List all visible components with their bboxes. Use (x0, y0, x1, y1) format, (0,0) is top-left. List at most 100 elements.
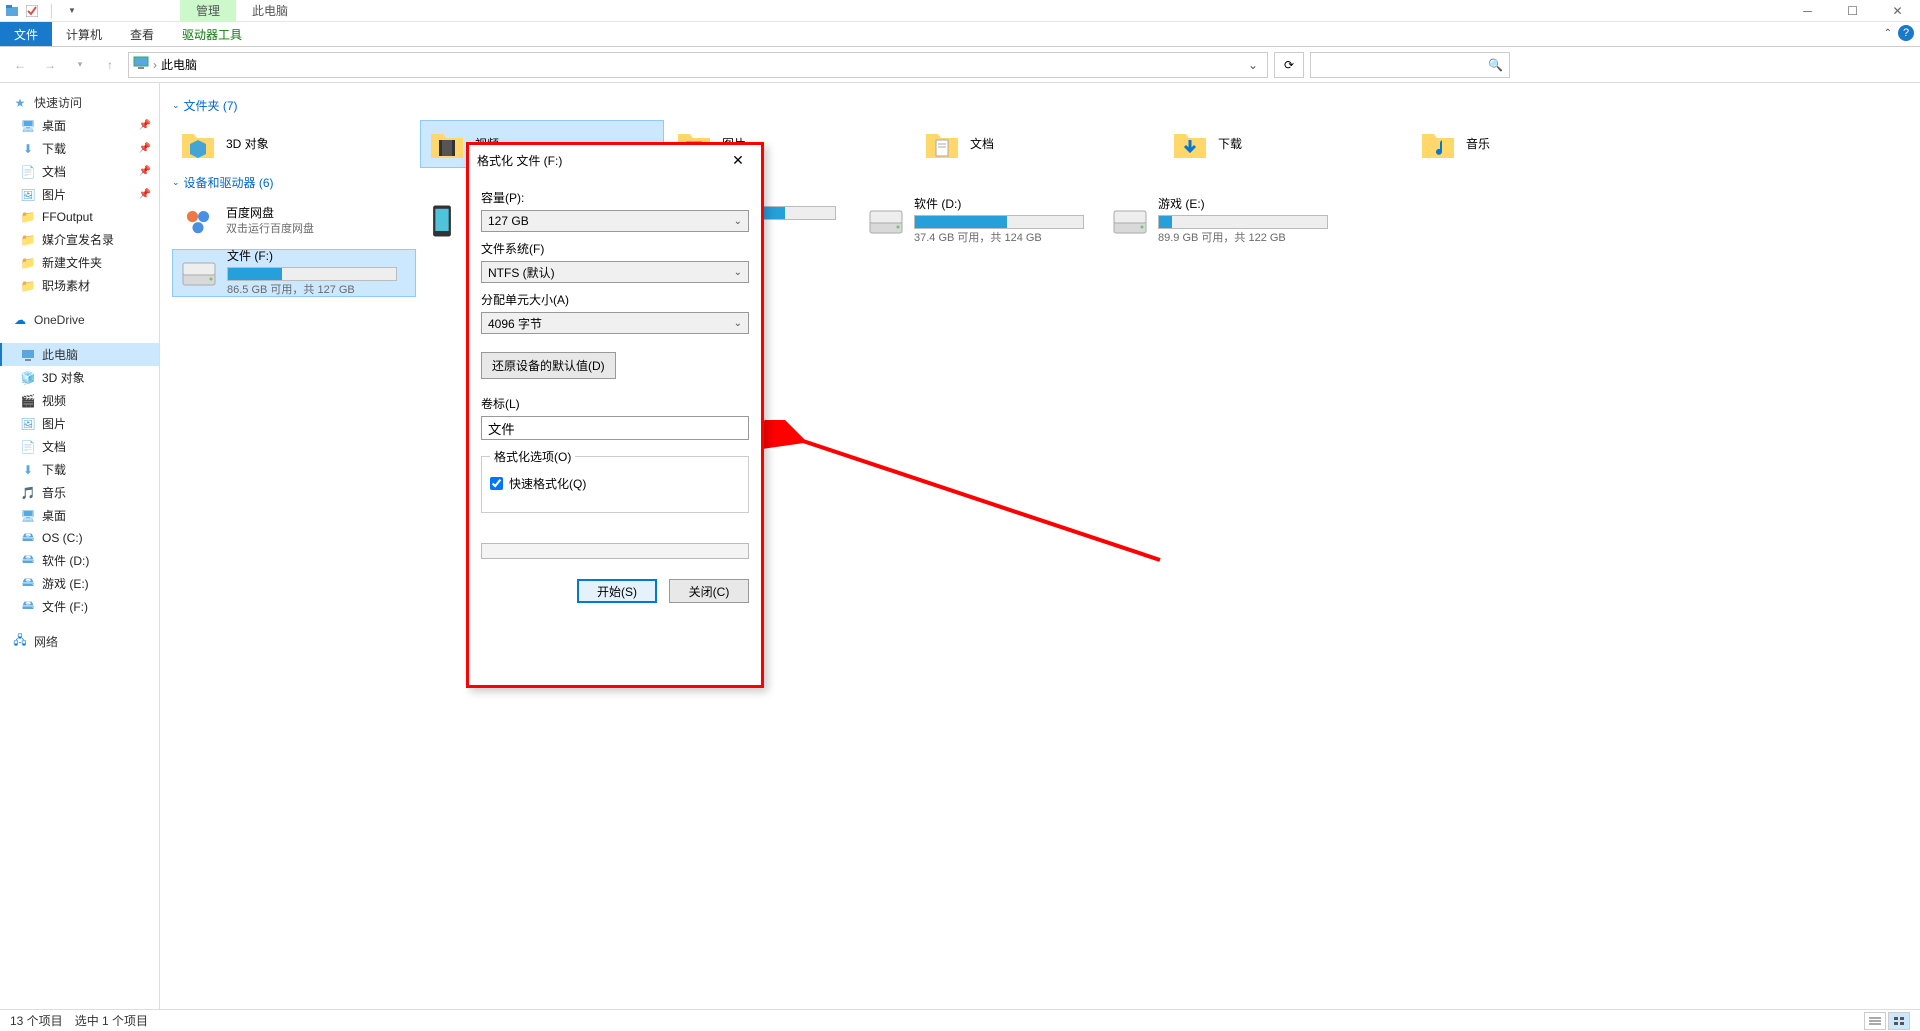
dialog-close-button[interactable]: ✕ (723, 148, 753, 172)
network-header[interactable]: 🖧 网络 (0, 630, 159, 653)
search-box[interactable]: 🔍 (1310, 52, 1510, 78)
drives-group-header[interactable]: ⌄ 设备和驱动器 (6) (172, 168, 1908, 197)
sidebar-pc-item[interactable]: 🎬视频 (0, 389, 159, 412)
quick-format-checkbox[interactable]: 快速格式化(Q) (490, 475, 740, 492)
selected-count: 选中 1 个项目 (75, 1012, 148, 1029)
sidebar-qa-item[interactable]: 🖼图片📌 (0, 183, 159, 206)
item-icon: 🖴 (20, 553, 36, 569)
capacity-select[interactable]: 127 GB ⌄ (481, 210, 749, 232)
folders-group-label: 文件夹 (7) (184, 97, 238, 114)
this-pc-header[interactable]: 此电脑 (0, 343, 159, 366)
item-icon: 🧊 (20, 370, 36, 386)
sidebar-pc-item[interactable]: 🖼图片 (0, 412, 159, 435)
sidebar-qa-item[interactable]: 📄文档📌 (0, 160, 159, 183)
forward-button[interactable]: → (38, 53, 62, 77)
breadcrumb-this-pc[interactable]: 此电脑 (161, 56, 197, 73)
help-icon[interactable]: ? (1898, 25, 1914, 41)
minimize-button[interactable]: ─ (1785, 0, 1830, 22)
sidebar-item-label: 下载 (42, 461, 66, 478)
format-options-legend: 格式化选项(O) (490, 448, 575, 465)
close-button[interactable]: ✕ (1875, 0, 1920, 22)
drive-label: 百度网盘 (226, 205, 410, 222)
up-button[interactable]: ↑ (98, 53, 122, 77)
chevron-down-icon: ⌄ (734, 267, 742, 278)
sidebar-qa-item[interactable]: 📁新建文件夹 (0, 251, 159, 274)
drive-sub: 86.5 GB 可用，共 127 GB (227, 283, 409, 298)
sidebar-qa-item[interactable]: 📁媒介宣发名录 (0, 228, 159, 251)
view-tab[interactable]: 查看 (116, 22, 168, 46)
quick-format-input[interactable] (490, 477, 503, 490)
volume-label-input[interactable] (481, 416, 749, 440)
file-tab[interactable]: 文件 (0, 22, 52, 46)
quick-access-header[interactable]: ★ 快速访问 (0, 91, 159, 114)
sidebar-pc-item[interactable]: 🖴软件 (D:) (0, 549, 159, 572)
address-bar[interactable]: › 此电脑 ⌄ (128, 52, 1268, 78)
filesystem-select[interactable]: NTFS (默认) ⌄ (481, 261, 749, 283)
manage-tab[interactable]: 管理 (180, 0, 236, 22)
sidebar-pc-item[interactable]: 🖴OS (C:) (0, 527, 159, 549)
drive-item-f[interactable]: 文件 (F:)86.5 GB 可用，共 127 GB (172, 249, 416, 297)
view-toggle (1864, 1012, 1910, 1030)
drive-item-baidu[interactable]: 百度网盘双击运行百度网盘 (172, 197, 416, 245)
sidebar-qa-item[interactable]: 📁职场素材 (0, 274, 159, 297)
window-title: 此电脑 (236, 0, 304, 22)
drive-item-d[interactable]: 软件 (D:)37.4 GB 可用，共 124 GB (860, 197, 1104, 245)
drive-tools-tab[interactable]: 驱动器工具 (168, 22, 256, 46)
dropdown-icon[interactable]: ▼ (64, 3, 80, 19)
folder-item[interactable]: 文档 (916, 120, 1160, 168)
sidebar-qa-item[interactable]: 🖥桌面📌 (0, 114, 159, 137)
start-button[interactable]: 开始(S) (577, 579, 657, 603)
drive-item-e[interactable]: 游戏 (E:)89.9 GB 可用，共 122 GB (1104, 197, 1348, 245)
allocation-select[interactable]: 4096 字节 ⌄ (481, 312, 749, 334)
baidu-icon (178, 201, 218, 241)
folder-item[interactable]: 下载 (1164, 120, 1408, 168)
folder-icon: 📁 (20, 232, 36, 248)
network-label: 网络 (34, 633, 58, 650)
item-icon: 🖴 (20, 599, 36, 615)
sidebar-pc-item[interactable]: ⬇下载 (0, 458, 159, 481)
sidebar-pc-item[interactable]: 🖴游戏 (E:) (0, 572, 159, 595)
maximize-button[interactable]: ☐ (1830, 0, 1875, 22)
checkbox-icon[interactable] (24, 3, 40, 19)
pin-icon: 📌 (139, 120, 151, 131)
folder-icon: ⬇ (20, 141, 36, 157)
sidebar-pc-item[interactable]: 🖥桌面 (0, 504, 159, 527)
hdd-icon (1110, 201, 1150, 241)
folder-item[interactable]: 3D 对象 (172, 120, 416, 168)
computer-tab[interactable]: 计算机 (52, 22, 116, 46)
close-button[interactable]: 关闭(C) (669, 579, 749, 603)
pc-icon (20, 347, 36, 363)
folder-icon: 📁 (20, 209, 36, 225)
onedrive-header[interactable]: ☁ OneDrive (0, 309, 159, 331)
search-icon: 🔍 (1488, 58, 1503, 72)
hdd-icon (866, 201, 906, 241)
icons-view-button[interactable] (1888, 1012, 1910, 1030)
folder-icon: 📁 (20, 255, 36, 271)
sidebar-pc-item[interactable]: 🎵音乐 (0, 481, 159, 504)
address-dropdown[interactable]: ⌄ (1243, 58, 1263, 72)
sidebar-qa-item[interactable]: ⬇下载📌 (0, 137, 159, 160)
sidebar-item-label: 文档 (42, 438, 66, 455)
sidebar-pc-item[interactable]: 📄文档 (0, 435, 159, 458)
sidebar: ★ 快速访问 🖥桌面📌⬇下载📌📄文档📌🖼图片📌📁FFOutput📁媒介宣发名录📁… (0, 83, 160, 1009)
sidebar-pc-item[interactable]: 🧊3D 对象 (0, 366, 159, 389)
back-button[interactable]: ← (8, 53, 32, 77)
details-view-button[interactable] (1864, 1012, 1886, 1030)
folder-icon (922, 124, 962, 164)
ribbon-collapse-icon[interactable]: ⌃ (1884, 28, 1892, 39)
refresh-button[interactable]: ⟳ (1274, 52, 1304, 78)
chevron-down-icon: ⌄ (172, 100, 180, 111)
capacity-value: 127 GB (488, 214, 529, 228)
restore-defaults-button[interactable]: 还原设备的默认值(D) (481, 352, 616, 379)
quick-format-label: 快速格式化(Q) (509, 475, 586, 492)
sidebar-pc-item[interactable]: 🖴文件 (F:) (0, 595, 159, 618)
folders-group-header[interactable]: ⌄ 文件夹 (7) (172, 91, 1908, 120)
title-bar: │ ▼ 管理 此电脑 ─ ☐ ✕ (0, 0, 1920, 22)
drive-label: 游戏 (E:) (1158, 196, 1342, 213)
progress-bar (481, 543, 749, 559)
folder-icon: 🖥 (20, 118, 36, 134)
folder-item[interactable]: 音乐 (1412, 120, 1656, 168)
sidebar-qa-item[interactable]: 📁FFOutput (0, 206, 159, 228)
pin-icon: 📌 (139, 166, 151, 177)
recent-dropdown[interactable]: ▾ (68, 53, 92, 77)
